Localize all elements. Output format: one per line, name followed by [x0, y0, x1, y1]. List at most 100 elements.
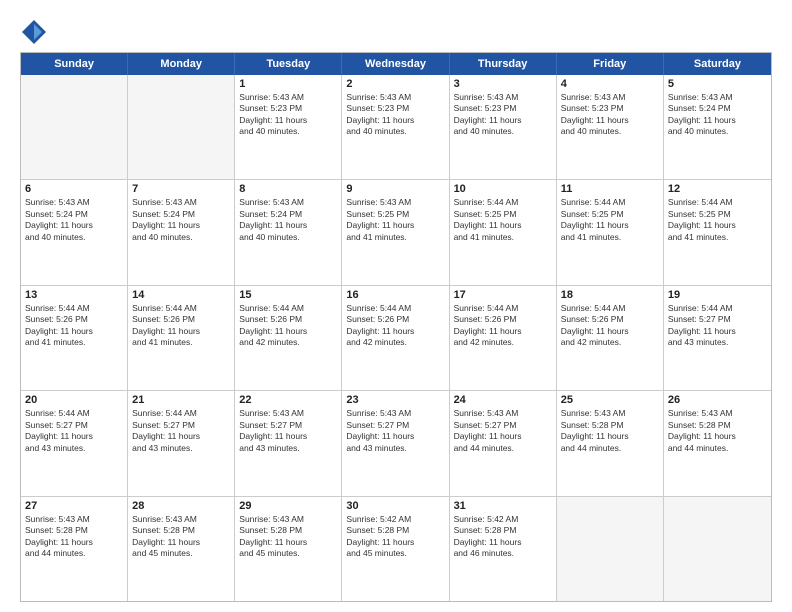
calendar-week-4: 27 Sunrise: 5:43 AM Sunset: 5:28 PM Dayli… [21, 496, 771, 601]
calendar-cell: 4 Sunrise: 5:43 AM Sunset: 5:23 PM Daylig… [557, 75, 664, 179]
calendar-cell: 12 Sunrise: 5:44 AM Sunset: 5:25 PM Dayli… [664, 180, 771, 284]
cell-date-number: 20 [25, 394, 123, 406]
calendar-cell: 22 Sunrise: 5:43 AM Sunset: 5:27 PM Dayli… [235, 391, 342, 495]
cell-info-text: Sunrise: 5:44 AM Sunset: 5:26 PM Dayligh… [132, 303, 230, 349]
calendar-cell: 30 Sunrise: 5:42 AM Sunset: 5:28 PM Dayli… [342, 497, 449, 601]
cell-info-text: Sunrise: 5:43 AM Sunset: 5:25 PM Dayligh… [346, 197, 444, 243]
calendar-cell: 19Sunrise: 5:44 AM Sunset: 5:27 PM Dayli… [664, 286, 771, 390]
cell-info-text: Sunrise: 5:44 AM Sunset: 5:26 PM Dayligh… [454, 303, 552, 349]
cell-date-number: 22 [239, 394, 337, 406]
cell-info-text: Sunrise: 5:44 AM Sunset: 5:25 PM Dayligh… [668, 197, 767, 243]
cell-info-text: Sunrise: 5:43 AM Sunset: 5:24 PM Dayligh… [668, 92, 767, 138]
cell-info-text: Sunrise: 5:44 AM Sunset: 5:26 PM Dayligh… [239, 303, 337, 349]
cell-date-number: 31 [454, 500, 552, 512]
cell-info-text: Sunrise: 5:44 AM Sunset: 5:26 PM Dayligh… [25, 303, 123, 349]
cell-date-number: 3 [454, 78, 552, 90]
cell-date-number: 2 [346, 78, 444, 90]
calendar-cell: 27 Sunrise: 5:43 AM Sunset: 5:28 PM Dayli… [21, 497, 128, 601]
calendar-cell [128, 75, 235, 179]
cell-info-text: Sunrise: 5:44 AM Sunset: 5:25 PM Dayligh… [454, 197, 552, 243]
cell-date-number: 5 [668, 78, 767, 90]
cell-date-number: 24 [454, 394, 552, 406]
cell-date-number: 16 [346, 289, 444, 301]
cell-info-text: Sunrise: 5:44 AM Sunset: 5:25 PM Dayligh… [561, 197, 659, 243]
calendar-cell: 21 Sunrise: 5:44 AM Sunset: 5:27 PM Dayli… [128, 391, 235, 495]
header-day-friday: Friday [557, 53, 664, 75]
calendar-week-0: 1 Sunrise: 5:43 AM Sunset: 5:23 PM Daylig… [21, 75, 771, 179]
cell-info-text: Sunrise: 5:43 AM Sunset: 5:24 PM Dayligh… [132, 197, 230, 243]
cell-date-number: 17 [454, 289, 552, 301]
cell-info-text: Sunrise: 5:43 AM Sunset: 5:28 PM Dayligh… [561, 408, 659, 454]
calendar-cell: 2 Sunrise: 5:43 AM Sunset: 5:23 PM Daylig… [342, 75, 449, 179]
logo-icon [20, 18, 48, 46]
calendar-cell: 28 Sunrise: 5:43 AM Sunset: 5:28 PM Dayli… [128, 497, 235, 601]
cell-info-text: Sunrise: 5:44 AM Sunset: 5:26 PM Dayligh… [561, 303, 659, 349]
cell-date-number: 28 [132, 500, 230, 512]
cell-date-number: 21 [132, 394, 230, 406]
cell-info-text: Sunrise: 5:44 AM Sunset: 5:27 PM Dayligh… [25, 408, 123, 454]
header-day-monday: Monday [128, 53, 235, 75]
calendar-cell: 23 Sunrise: 5:43 AM Sunset: 5:27 PM Dayli… [342, 391, 449, 495]
calendar-cell: 9Sunrise: 5:43 AM Sunset: 5:25 PM Daylig… [342, 180, 449, 284]
cell-info-text: Sunrise: 5:42 AM Sunset: 5:28 PM Dayligh… [454, 514, 552, 560]
cell-info-text: Sunrise: 5:43 AM Sunset: 5:27 PM Dayligh… [454, 408, 552, 454]
cell-info-text: Sunrise: 5:43 AM Sunset: 5:28 PM Dayligh… [132, 514, 230, 560]
calendar-cell: 13 Sunrise: 5:44 AM Sunset: 5:26 PM Dayli… [21, 286, 128, 390]
calendar-week-1: 6 Sunrise: 5:43 AM Sunset: 5:24 PM Daylig… [21, 179, 771, 284]
cell-info-text: Sunrise: 5:43 AM Sunset: 5:28 PM Dayligh… [239, 514, 337, 560]
header-day-thursday: Thursday [450, 53, 557, 75]
cell-date-number: 8 [239, 183, 337, 195]
cell-info-text: Sunrise: 5:43 AM Sunset: 5:23 PM Dayligh… [561, 92, 659, 138]
calendar-cell: 15 Sunrise: 5:44 AM Sunset: 5:26 PM Dayli… [235, 286, 342, 390]
calendar-cell [664, 497, 771, 601]
calendar-cell: 6 Sunrise: 5:43 AM Sunset: 5:24 PM Daylig… [21, 180, 128, 284]
calendar-cell: 29Sunrise: 5:43 AM Sunset: 5:28 PM Dayli… [235, 497, 342, 601]
cell-info-text: Sunrise: 5:43 AM Sunset: 5:23 PM Dayligh… [346, 92, 444, 138]
cell-date-number: 19 [668, 289, 767, 301]
calendar-cell: 11 Sunrise: 5:44 AM Sunset: 5:25 PM Dayli… [557, 180, 664, 284]
cell-date-number: 6 [25, 183, 123, 195]
header [20, 18, 772, 46]
calendar-header: SundayMondayTuesdayWednesdayThursdayFrid… [21, 53, 771, 75]
cell-info-text: Sunrise: 5:43 AM Sunset: 5:23 PM Dayligh… [454, 92, 552, 138]
header-day-saturday: Saturday [664, 53, 771, 75]
cell-date-number: 25 [561, 394, 659, 406]
calendar-cell: 24 Sunrise: 5:43 AM Sunset: 5:27 PM Dayli… [450, 391, 557, 495]
cell-info-text: Sunrise: 5:42 AM Sunset: 5:28 PM Dayligh… [346, 514, 444, 560]
cell-date-number: 14 [132, 289, 230, 301]
calendar-cell: 18 Sunrise: 5:44 AM Sunset: 5:26 PM Dayli… [557, 286, 664, 390]
cell-info-text: Sunrise: 5:44 AM Sunset: 5:27 PM Dayligh… [132, 408, 230, 454]
calendar: SundayMondayTuesdayWednesdayThursdayFrid… [20, 52, 772, 602]
cell-date-number: 18 [561, 289, 659, 301]
calendar-cell: 10Sunrise: 5:44 AM Sunset: 5:25 PM Dayli… [450, 180, 557, 284]
calendar-cell [21, 75, 128, 179]
calendar-cell: 31 Sunrise: 5:42 AM Sunset: 5:28 PM Dayli… [450, 497, 557, 601]
cell-info-text: Sunrise: 5:43 AM Sunset: 5:28 PM Dayligh… [25, 514, 123, 560]
calendar-cell: 8 Sunrise: 5:43 AM Sunset: 5:24 PM Daylig… [235, 180, 342, 284]
cell-info-text: Sunrise: 5:43 AM Sunset: 5:24 PM Dayligh… [25, 197, 123, 243]
cell-date-number: 15 [239, 289, 337, 301]
cell-date-number: 13 [25, 289, 123, 301]
cell-info-text: Sunrise: 5:43 AM Sunset: 5:24 PM Dayligh… [239, 197, 337, 243]
cell-date-number: 4 [561, 78, 659, 90]
header-day-wednesday: Wednesday [342, 53, 449, 75]
calendar-cell: 1 Sunrise: 5:43 AM Sunset: 5:23 PM Daylig… [235, 75, 342, 179]
calendar-cell [557, 497, 664, 601]
logo [20, 18, 52, 46]
cell-date-number: 23 [346, 394, 444, 406]
cell-date-number: 1 [239, 78, 337, 90]
cell-info-text: Sunrise: 5:43 AM Sunset: 5:27 PM Dayligh… [346, 408, 444, 454]
page: SundayMondayTuesdayWednesdayThursdayFrid… [0, 0, 792, 612]
cell-info-text: Sunrise: 5:43 AM Sunset: 5:23 PM Dayligh… [239, 92, 337, 138]
cell-date-number: 26 [668, 394, 767, 406]
cell-date-number: 27 [25, 500, 123, 512]
cell-date-number: 30 [346, 500, 444, 512]
calendar-cell: 3 Sunrise: 5:43 AM Sunset: 5:23 PM Daylig… [450, 75, 557, 179]
cell-date-number: 11 [561, 183, 659, 195]
cell-info-text: Sunrise: 5:43 AM Sunset: 5:27 PM Dayligh… [239, 408, 337, 454]
cell-date-number: 12 [668, 183, 767, 195]
cell-date-number: 7 [132, 183, 230, 195]
calendar-cell: 5 Sunrise: 5:43 AM Sunset: 5:24 PM Daylig… [664, 75, 771, 179]
calendar-body: 1 Sunrise: 5:43 AM Sunset: 5:23 PM Daylig… [21, 75, 771, 601]
calendar-week-2: 13 Sunrise: 5:44 AM Sunset: 5:26 PM Dayli… [21, 285, 771, 390]
